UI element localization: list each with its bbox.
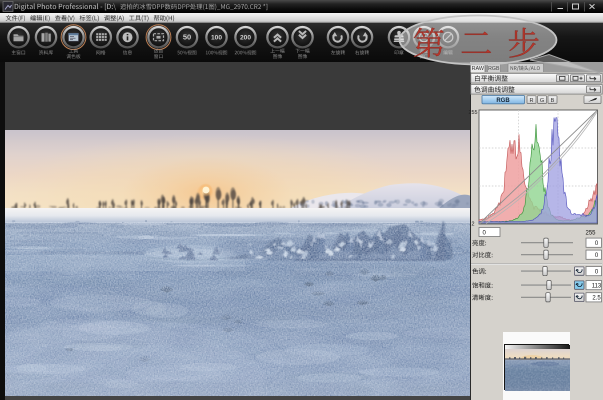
svg-text:255: 255 [469,110,478,116]
svg-text:RAW: RAW [472,66,485,72]
svg-text:255: 255 [586,231,597,237]
svg-text:RGB: RGB [488,66,500,72]
svg-text:B: B [551,98,555,104]
svg-text:50: 50 [183,33,191,42]
svg-text:G: G [540,98,544,104]
svg-text:113: 113 [592,284,602,290]
svg-text:200: 200 [240,35,251,42]
svg-text:R: R [529,98,533,104]
svg-text:2: 2 [472,222,475,228]
svg-text:2.5: 2.5 [592,296,601,302]
svg-text:100: 100 [211,35,222,42]
svg-text:RGB: RGB [496,98,510,104]
